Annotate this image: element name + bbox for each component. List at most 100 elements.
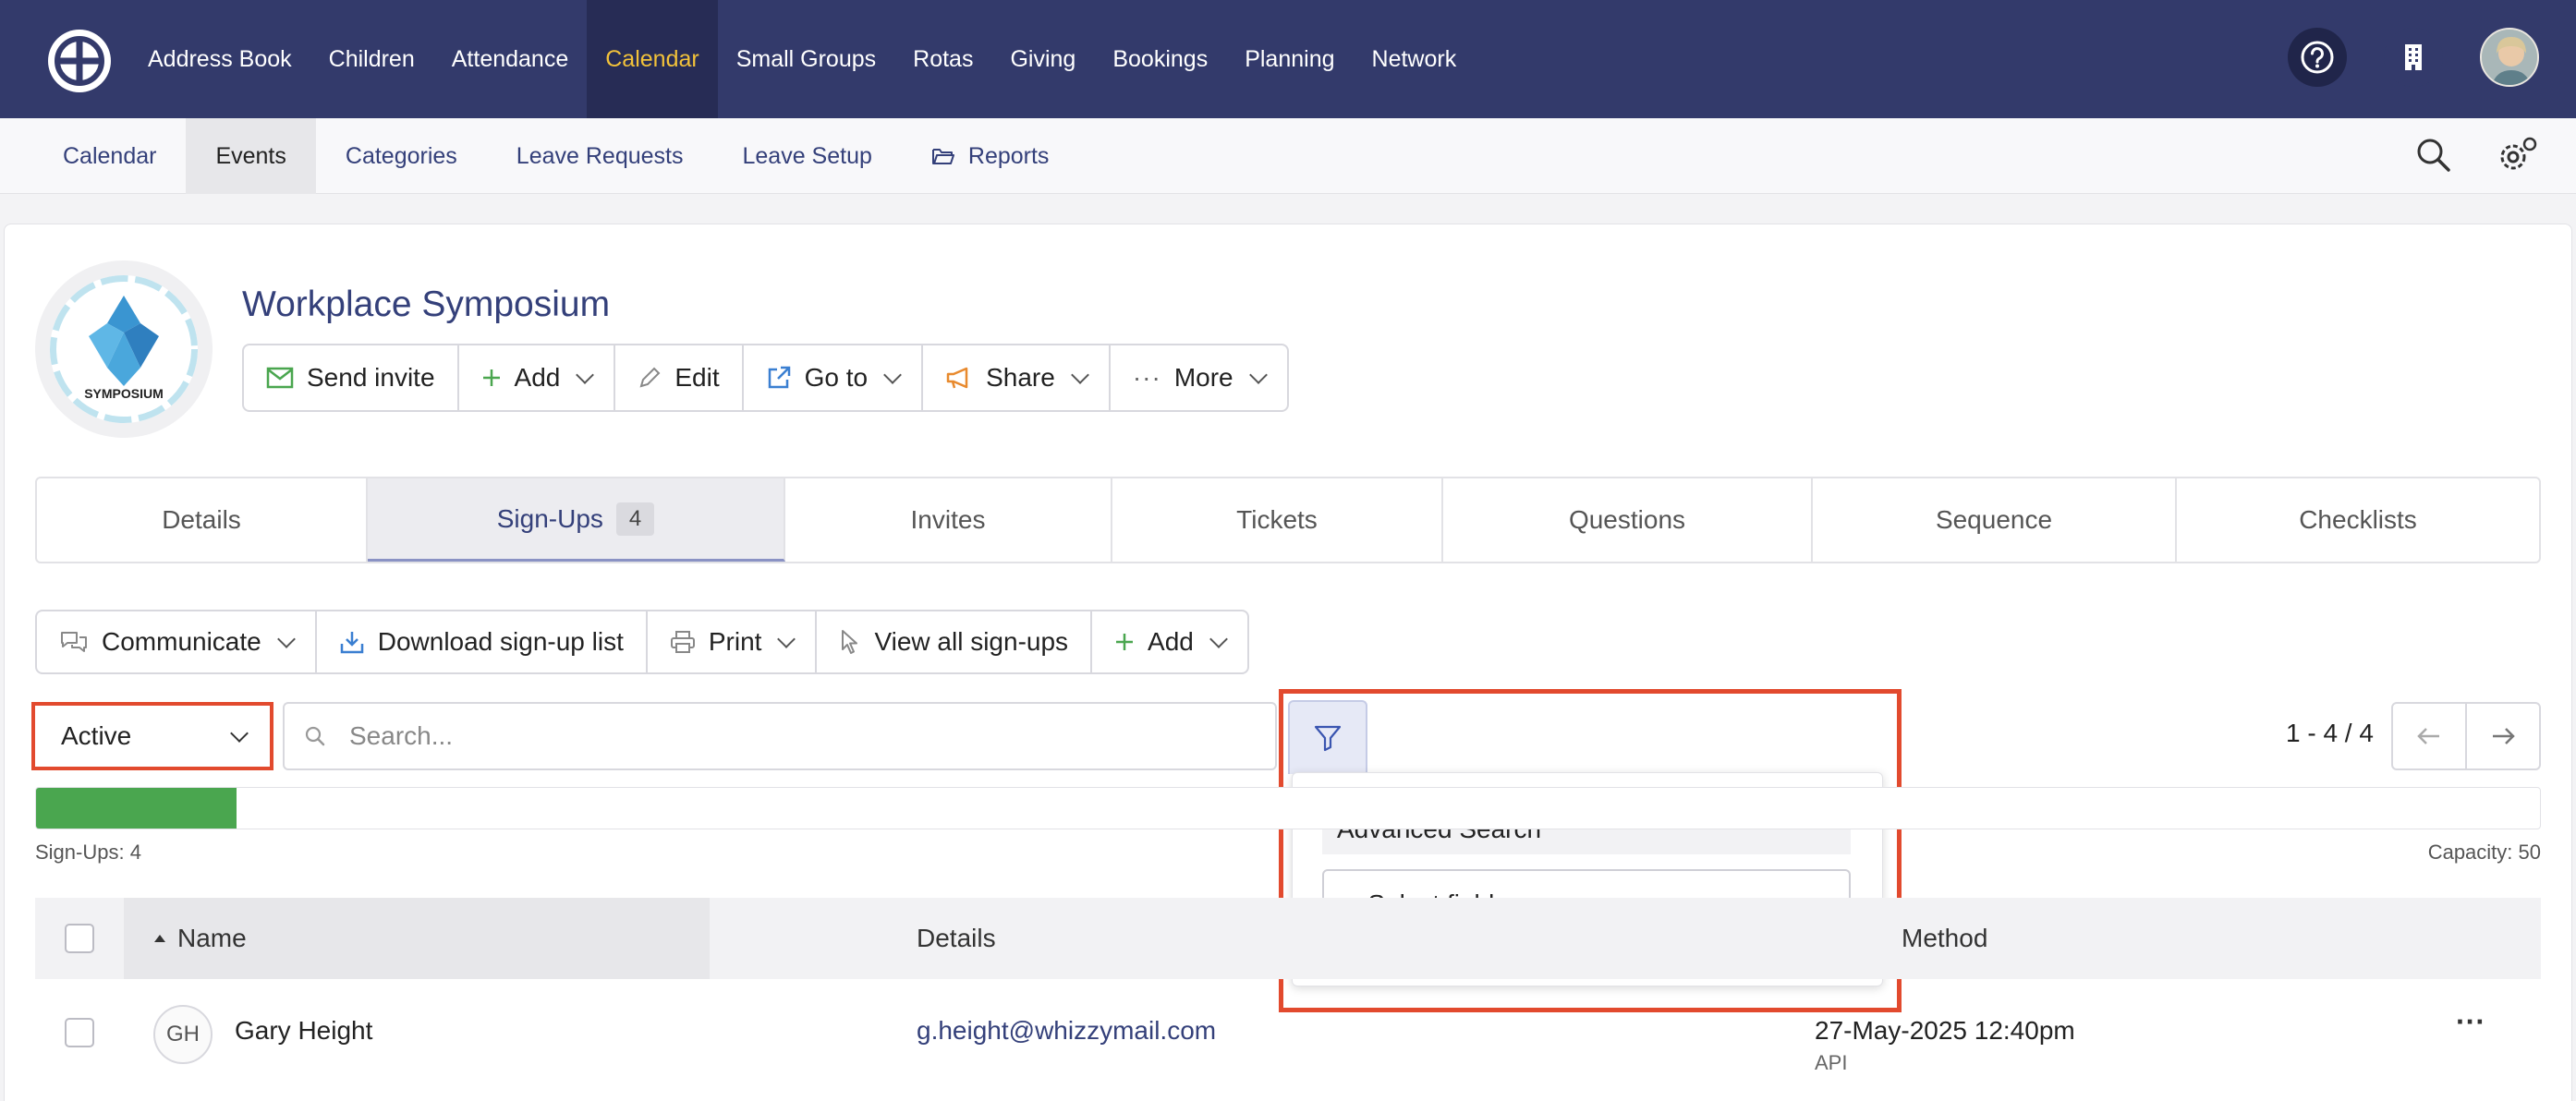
previous-page-button[interactable]: [2393, 704, 2467, 768]
chevron-down-icon: [576, 366, 595, 384]
help-icon: [2301, 41, 2334, 74]
subnav-calendar[interactable]: Calendar: [33, 118, 186, 194]
more-dropdown-button[interactable]: ··· More: [1111, 345, 1287, 410]
signup-email-link[interactable]: g.height@whizzymail.com: [917, 1016, 1216, 1046]
plus-icon: [482, 369, 500, 386]
status-filter-select[interactable]: Active: [31, 702, 273, 770]
select-all-checkbox[interactable]: [65, 924, 94, 953]
share-label: Share: [986, 363, 1055, 392]
capacity-progress-bar: [35, 787, 2541, 829]
event-tabs: Details Sign-Ups 4 Invites Tickets Quest…: [35, 477, 2541, 563]
subnav-leave-setup[interactable]: Leave Setup: [712, 118, 901, 194]
settings-icon[interactable]: [2495, 135, 2539, 175]
app-logo-icon[interactable]: [48, 30, 111, 92]
cursor-pointer-icon: [842, 630, 858, 654]
next-page-button[interactable]: [2467, 704, 2539, 768]
tab-tickets[interactable]: Tickets: [1112, 478, 1443, 562]
nav-giving[interactable]: Giving: [991, 0, 1094, 118]
tab-invites[interactable]: Invites: [785, 478, 1112, 562]
nav-attendance[interactable]: Attendance: [433, 0, 588, 118]
add-sign-up-dropdown-button[interactable]: Add: [1092, 611, 1247, 672]
signup-name[interactable]: Gary Height: [235, 1016, 372, 1046]
search-input[interactable]: [349, 721, 1181, 751]
status-filter-value: Active: [61, 721, 132, 750]
pagination-label: 1 - 4 / 4: [2286, 719, 2374, 747]
sort-ascending-icon: [154, 935, 165, 942]
row-checkbox-cell: [65, 1018, 94, 1047]
sign-up-search: [283, 702, 1277, 770]
nav-address-book[interactable]: Address Book: [129, 0, 310, 118]
folder-icon: [931, 149, 954, 164]
nav-children[interactable]: Children: [310, 0, 433, 118]
add-sign-up-label: Add: [1148, 627, 1194, 656]
tab-sign-ups[interactable]: Sign-Ups 4: [368, 478, 785, 562]
tab-checklists[interactable]: Checklists: [2177, 478, 2539, 562]
sign-ups-table-header: Name Details Method: [35, 898, 2541, 979]
add-label: Add: [514, 363, 561, 392]
event-logo: SYMPOSIUM: [35, 260, 213, 438]
sign-up-toolbar: Communicate Download sign-up list Print …: [35, 610, 1249, 674]
row-checkbox[interactable]: [65, 1018, 94, 1047]
select-all-checkbox-cell: [65, 898, 94, 979]
organisation-button[interactable]: [2384, 28, 2443, 87]
edit-button[interactable]: Edit: [615, 345, 744, 410]
table-row: GH Gary Height g.height@whizzymail.com 2…: [35, 981, 2541, 1083]
signup-date: 27-May-2025 12:40pm: [1815, 1016, 2075, 1045]
arrow-right-icon: [2493, 728, 2515, 744]
print-dropdown-button[interactable]: Print: [648, 611, 818, 672]
communicate-dropdown-button[interactable]: Communicate: [37, 611, 317, 672]
nav-network[interactable]: Network: [1354, 0, 1476, 118]
capacity-progress-fill: [36, 788, 237, 829]
subnav-reports[interactable]: Reports: [902, 118, 1079, 194]
building-icon: [2405, 44, 2422, 70]
view-all-sign-ups-button[interactable]: View all sign-ups: [817, 611, 1093, 672]
column-method[interactable]: Method: [1902, 898, 1987, 979]
help-button[interactable]: [2288, 28, 2347, 87]
chevron-down-icon: [1070, 366, 1089, 384]
subnav-categories[interactable]: Categories: [316, 118, 487, 194]
chevron-down-icon: [230, 724, 249, 743]
search-icon[interactable]: [2413, 135, 2454, 175]
download-sign-up-list-button[interactable]: Download sign-up list: [317, 611, 648, 672]
share-dropdown-button[interactable]: Share: [923, 345, 1111, 410]
view-all-label: View all sign-ups: [874, 627, 1069, 656]
external-link-icon: [768, 366, 790, 389]
row-actions-menu-icon[interactable]: ···: [2456, 1005, 2485, 1039]
column-name-label: Name: [177, 924, 247, 952]
subnav-events[interactable]: Events: [186, 118, 316, 194]
filter-funnel-icon: [1314, 725, 1342, 752]
subnav-reports-label: Reports: [967, 142, 1050, 169]
communicate-label: Communicate: [102, 627, 261, 656]
column-details[interactable]: Details: [917, 898, 996, 979]
megaphone-icon: [946, 367, 968, 389]
more-label: More: [1173, 363, 1233, 392]
send-invite-label: Send invite: [307, 363, 435, 392]
filter-button[interactable]: [1288, 700, 1367, 774]
nav-calendar[interactable]: Calendar: [587, 0, 718, 118]
go-to-label: Go to: [804, 363, 869, 392]
more-dots-icon: ···: [1132, 363, 1161, 392]
chat-bubbles-icon: [61, 632, 87, 652]
go-to-dropdown-button[interactable]: Go to: [744, 345, 924, 410]
sign-ups-count-badge: 4: [615, 502, 655, 536]
column-name[interactable]: Name: [124, 898, 710, 979]
send-invite-button[interactable]: Send invite: [244, 345, 459, 410]
nav-rotas[interactable]: Rotas: [894, 0, 991, 118]
add-dropdown-button[interactable]: Add: [459, 345, 616, 410]
search-icon: [305, 726, 325, 746]
tab-questions[interactable]: Questions: [1443, 478, 1813, 562]
chevron-down-icon: [1248, 366, 1268, 384]
nav-planning[interactable]: Planning: [1226, 0, 1353, 118]
tab-sequence[interactable]: Sequence: [1813, 478, 2177, 562]
nav-bookings[interactable]: Bookings: [1094, 0, 1226, 118]
signup-method: API: [1815, 1051, 1848, 1074]
nav-small-groups[interactable]: Small Groups: [718, 0, 894, 118]
arrow-left-icon: [2417, 728, 2439, 744]
subnav-leave-requests[interactable]: Leave Requests: [487, 118, 713, 194]
chevron-down-icon: [883, 366, 903, 384]
tab-details[interactable]: Details: [37, 478, 368, 562]
top-right-tools: [2288, 28, 2539, 87]
calendar-subnav: Calendar Events Categories Leave Request…: [0, 118, 2576, 194]
user-avatar[interactable]: [2480, 28, 2539, 87]
print-label: Print: [708, 627, 762, 656]
